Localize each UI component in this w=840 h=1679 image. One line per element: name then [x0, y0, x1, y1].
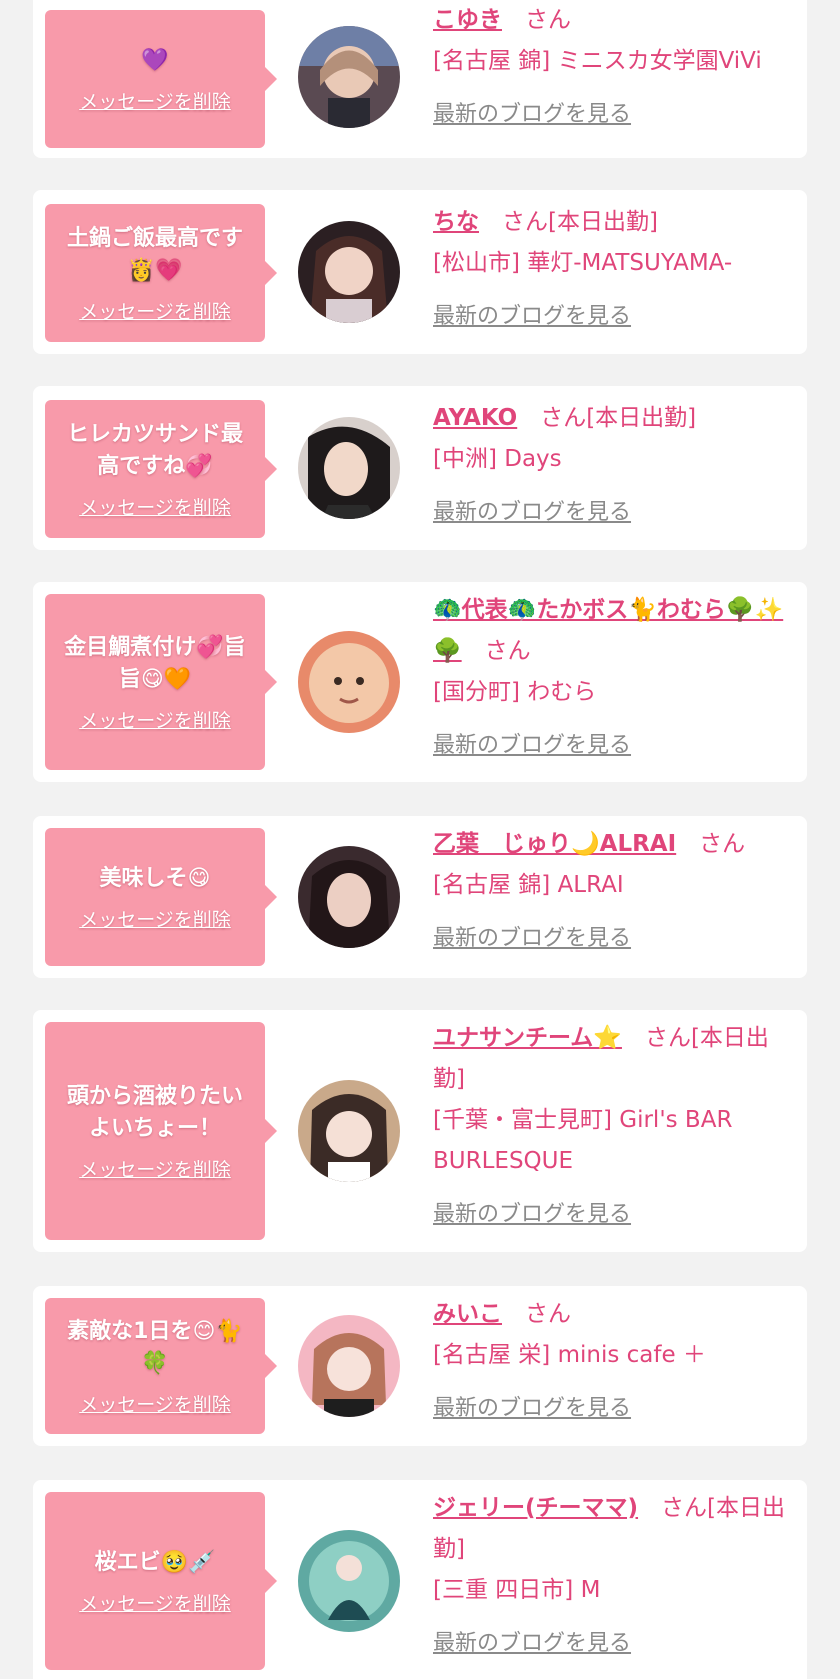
latest-blog-link[interactable]: 最新のブログを見る — [433, 1623, 631, 1664]
user-name-link[interactable]: こゆき — [433, 7, 502, 33]
user-info: みいこ さん [名古屋 栄] minis cafe ＋ 最新のブログを見る — [433, 1294, 793, 1429]
message-bubble: 桜エビ🥹💉 メッセージを削除 — [45, 1492, 277, 1670]
avatar[interactable] — [298, 1530, 400, 1632]
delete-message-link[interactable]: メッセージを削除 — [79, 706, 231, 733]
list-item: 💜 メッセージを削除 こゆき さん [名古屋 錦] ミニスカ女学園ViVi 最新… — [33, 0, 807, 158]
delete-message-link[interactable]: メッセージを削除 — [79, 87, 231, 114]
list-item: 素敵な1日を😊🐈🍀 メッセージを削除 みいこ さん [名古屋 栄] minis … — [33, 1286, 807, 1446]
avatar[interactable] — [298, 846, 400, 948]
avatar[interactable] — [298, 26, 400, 128]
user-info: 🦚代表🦚たかボス🐈わむら🌳✨🌳 さん [国分町] わむら 最新のブログを見る — [433, 590, 793, 766]
user-suffix: さん — [525, 1301, 571, 1327]
latest-blog-link[interactable]: 最新のブログを見る — [433, 492, 631, 533]
user-name-link[interactable]: ちな — [433, 209, 479, 235]
user-info: ジェリー(チーママ) さん[本日出勤] [三重 四日市] M 最新のブログを見る — [433, 1488, 793, 1664]
avatar[interactable] — [298, 631, 400, 733]
user-name-link[interactable]: みいこ — [433, 1301, 502, 1327]
shop-text: [名古屋 錦] ALRAI — [433, 872, 624, 898]
user-info: ちな さん[本日出勤] [松山市] 華灯-MATSUYAMA- 最新のブログを見… — [433, 202, 793, 337]
user-name-link[interactable]: AYAKO — [433, 405, 517, 431]
avatar[interactable] — [298, 221, 400, 323]
latest-blog-link[interactable]: 最新のブログを見る — [433, 725, 631, 766]
delete-message-link[interactable]: メッセージを削除 — [79, 905, 231, 932]
message-bubble: 土鍋ご飯最高です👸💗 メッセージを削除 — [45, 204, 277, 342]
latest-blog-link[interactable]: 最新のブログを見る — [433, 1194, 631, 1235]
message-bubble: 金目鯛煮付け💞旨旨😋🧡 メッセージを削除 — [45, 594, 277, 770]
list-item: 桜エビ🥹💉 メッセージを削除 ジェリー(チーママ) さん[本日出勤] [三重 四… — [33, 1480, 807, 1679]
delete-message-link[interactable]: メッセージを削除 — [79, 1589, 231, 1616]
delete-message-link[interactable]: メッセージを削除 — [79, 1390, 231, 1417]
latest-blog-link[interactable]: 最新のブログを見る — [433, 1388, 631, 1429]
message-text: 土鍋ご飯最高です👸💗 — [66, 225, 243, 283]
latest-blog-link[interactable]: 最新のブログを見る — [433, 918, 631, 959]
delete-message-link[interactable]: メッセージを削除 — [79, 1155, 231, 1182]
list-item: ヒレカツサンド最高ですね💞 メッセージを削除 AYAKO さん[本日出勤] [中… — [33, 386, 807, 550]
user-suffix: さん — [699, 831, 746, 857]
delete-message-link[interactable]: メッセージを削除 — [79, 297, 231, 324]
user-info: こゆき さん [名古屋 錦] ミニスカ女学園ViVi 最新のブログを見る — [433, 0, 793, 135]
user-suffix: さん — [484, 638, 531, 664]
avatar[interactable] — [298, 417, 400, 519]
message-text: ヒレカツサンド最高ですね💞 — [66, 421, 243, 479]
message-bubble: 💜 メッセージを削除 — [45, 10, 277, 148]
user-info: AYAKO さん[本日出勤] [中洲] Days 最新のブログを見る — [433, 398, 793, 533]
shop-text: [国分町] わむら — [433, 679, 597, 705]
delete-message-link[interactable]: メッセージを削除 — [79, 493, 231, 520]
user-name-link[interactable]: ジェリー(チーママ) — [433, 1495, 638, 1521]
message-text: 頭から酒被りたいよいちょー！ — [66, 1083, 243, 1141]
message-text: 美味しそ😋 — [99, 865, 211, 891]
user-name-link[interactable]: ユナサンチーム⭐ — [433, 1025, 622, 1051]
message-bubble: 素敵な1日を😊🐈🍀 メッセージを削除 — [45, 1298, 277, 1434]
avatar[interactable] — [298, 1080, 400, 1182]
list-item: 土鍋ご飯最高です👸💗 メッセージを削除 ちな さん[本日出勤] [松山市] 華灯… — [33, 190, 807, 354]
message-bubble: 美味しそ😋 メッセージを削除 — [45, 828, 277, 966]
shop-text: [中洲] Days — [433, 446, 562, 472]
message-text: 桜エビ🥹💉 — [94, 1549, 216, 1575]
shop-text: [名古屋 錦] ミニスカ女学園ViVi — [433, 48, 762, 74]
avatar[interactable] — [298, 1315, 400, 1417]
latest-blog-link[interactable]: 最新のブログを見る — [433, 296, 631, 337]
user-suffix: さん[本日出勤] — [540, 405, 697, 431]
message-bubble: ヒレカツサンド最高ですね💞 メッセージを削除 — [45, 400, 277, 538]
shop-text: [千葉・富士見町] Girl's BAR BURLESQUE — [433, 1107, 733, 1174]
list-item: 頭から酒被りたいよいちょー！ メッセージを削除 ユナサンチーム⭐ さん[本日出勤… — [33, 1010, 807, 1252]
message-bubble: 頭から酒被りたいよいちょー！ メッセージを削除 — [45, 1022, 277, 1240]
latest-blog-link[interactable]: 最新のブログを見る — [433, 94, 631, 135]
user-info: ユナサンチーム⭐ さん[本日出勤] [千葉・富士見町] Girl's BAR B… — [433, 1018, 793, 1235]
list-item: 金目鯛煮付け💞旨旨😋🧡 メッセージを削除 🦚代表🦚たかボス🐈わむら🌳✨🌳 さん … — [33, 582, 807, 782]
shop-text: [三重 四日市] M — [433, 1577, 601, 1603]
user-suffix: さん[本日出勤] — [502, 209, 658, 235]
user-name-link[interactable]: 乙葉 じゅり🌙ALRAI — [433, 831, 676, 857]
user-info: 乙葉 じゅり🌙ALRAI さん [名古屋 錦] ALRAI 最新のブログを見る — [433, 824, 793, 959]
shop-text: [名古屋 栄] minis cafe ＋ — [433, 1342, 706, 1368]
list-item: 美味しそ😋 メッセージを削除 乙葉 じゅり🌙ALRAI さん [名古屋 錦] A… — [33, 816, 807, 978]
message-text: 金目鯛煮付け💞旨旨😋🧡 — [64, 634, 246, 692]
message-text: 素敵な1日を😊🐈🍀 — [67, 1318, 243, 1376]
user-suffix: さん — [525, 7, 571, 33]
message-text: 💜 — [141, 47, 169, 73]
shop-text: [松山市] 華灯-MATSUYAMA- — [433, 250, 733, 276]
